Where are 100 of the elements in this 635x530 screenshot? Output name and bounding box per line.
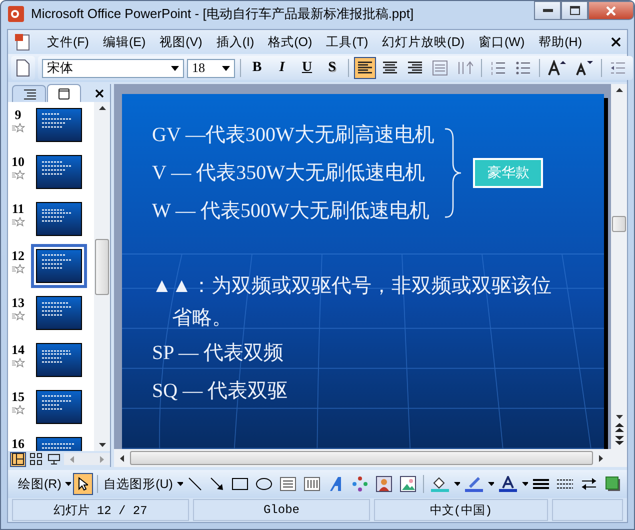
slide-number: 9: [14, 108, 22, 121]
normal-view-button[interactable]: [10, 452, 26, 466]
scroll-down-icon[interactable]: [616, 415, 622, 419]
slide-number: 12: [12, 249, 24, 262]
line-spacing-icon[interactable]: [432, 60, 448, 76]
outline-tab[interactable]: [12, 85, 46, 102]
scroll-right-icon[interactable]: [599, 454, 603, 462]
status-bar-field: 中文(中国): [374, 499, 548, 521]
menu-item[interactable]: 工具(T): [319, 32, 376, 52]
rectangle-icon[interactable]: [232, 478, 248, 490]
menu-item[interactable]: 视图(V): [152, 32, 210, 52]
scroll-left-icon[interactable]: [120, 454, 124, 462]
line-style-icon[interactable]: [532, 478, 549, 490]
menu-item[interactable]: 文件(F): [40, 32, 96, 52]
dash-style-icon[interactable]: [556, 478, 573, 490]
maximize-icon: [570, 6, 580, 15]
wordart-icon[interactable]: [328, 476, 344, 492]
app-icon: [7, 5, 25, 23]
scroll-thumb[interactable]: [612, 216, 626, 232]
diagram-icon[interactable]: [352, 476, 368, 492]
close-icon[interactable]: [611, 37, 621, 47]
slides-tab[interactable]: [47, 84, 81, 102]
menu-item[interactable]: 插入(I): [209, 32, 262, 52]
outline-icon: [22, 88, 36, 100]
caret-icon[interactable]: [65, 482, 72, 486]
autoshapes-menu[interactable]: 自选图形(U): [102, 474, 175, 494]
status-bar-field: 幻灯片 12 / 27: [12, 499, 189, 521]
select-pointer-button[interactable]: [73, 473, 93, 495]
slide-text-line: V — 代表350W大无刷低速电机: [152, 161, 426, 186]
scroll-up-icon[interactable]: [98, 106, 106, 110]
label-badge: 豪华款: [473, 158, 544, 188]
star-icon: [11, 217, 25, 227]
caret-icon[interactable]: [176, 482, 183, 486]
next-slide-icon[interactable]: [614, 436, 624, 445]
show-view-button[interactable]: [46, 452, 62, 466]
font-size-dropdown[interactable]: 18: [187, 58, 235, 78]
bulleted-list-icon[interactable]: [515, 60, 531, 76]
close-button[interactable]: [588, 1, 634, 20]
format-button[interactable]: U: [296, 57, 318, 79]
decrease-font-icon[interactable]: [575, 60, 593, 76]
caret-icon[interactable]: [488, 482, 494, 486]
decrease-indent-icon[interactable]: [610, 60, 626, 76]
slide-text-line: SP — 代表双频: [152, 341, 285, 366]
menu-item[interactable]: 窗口(W): [472, 32, 532, 52]
brace-icon: [444, 127, 462, 219]
slide-number: 14: [12, 343, 24, 356]
document-icon[interactable]: [14, 33, 32, 51]
sorter-view-button[interactable]: [28, 452, 44, 466]
oval-icon[interactable]: [256, 478, 272, 490]
scroll-thumb[interactable]: [130, 451, 593, 465]
menu-item[interactable]: 帮助(H): [532, 32, 589, 52]
star-icon: [11, 123, 25, 133]
vertical-text-box-icon[interactable]: [304, 477, 320, 491]
grid-icon: [30, 453, 42, 465]
shadow-style-icon[interactable]: [604, 476, 621, 492]
slide-text-line: W — 代表500W大无刷低速电机: [152, 199, 430, 224]
arrow-icon[interactable]: [210, 477, 224, 491]
new-document-icon[interactable]: [15, 59, 31, 77]
menu-item[interactable]: 编辑(E): [96, 32, 153, 52]
status-bar-panel: [552, 499, 623, 521]
scroll-thumb[interactable]: [95, 239, 109, 295]
slide-icon: [58, 88, 70, 100]
brush-icon[interactable]: [464, 476, 483, 492]
font-color-icon[interactable]: [498, 476, 517, 492]
arrow-style-icon[interactable]: [580, 477, 597, 491]
scroll-down-icon[interactable]: [98, 443, 106, 447]
format-button[interactable]: I: [271, 57, 293, 79]
slide-thumbnail[interactable]: [31, 244, 87, 288]
star-icon: [11, 358, 25, 368]
line-icon[interactable]: [188, 477, 202, 491]
scroll-up-icon[interactable]: [616, 88, 622, 92]
close-icon: [606, 6, 616, 16]
slide-number: 13: [12, 296, 24, 309]
menu-item[interactable]: 格式(O): [261, 32, 320, 52]
increase-font-icon[interactable]: [548, 60, 566, 76]
caret-icon[interactable]: [454, 482, 460, 486]
caret-icon: [171, 66, 179, 70]
format-button[interactable]: S: [321, 57, 343, 79]
font-dropdown[interactable]: 宋体: [42, 58, 184, 78]
clip-art-icon[interactable]: [376, 476, 392, 492]
align-icon: [407, 61, 423, 75]
text-box-icon[interactable]: [280, 477, 296, 491]
minimize-button[interactable]: [534, 1, 561, 20]
fill-color-icon[interactable]: [430, 476, 449, 492]
format-button[interactable]: B: [246, 57, 268, 79]
menu-item[interactable]: 幻灯片放映(D): [375, 32, 472, 52]
align-left-button[interactable]: [354, 57, 376, 79]
previous-slide-icon[interactable]: [614, 423, 624, 432]
slide-number: 16: [12, 437, 24, 450]
maximize-button[interactable]: [561, 1, 588, 20]
star-icon: [11, 264, 25, 274]
close-icon[interactable]: [95, 89, 104, 98]
slide-number: 15: [12, 390, 24, 403]
image-icon[interactable]: [400, 476, 416, 492]
draw-menu[interactable]: 绘图(R): [16, 474, 64, 494]
caret-icon[interactable]: [522, 482, 528, 486]
pointer-icon: [78, 477, 88, 491]
status-bar-field: Globe: [193, 499, 370, 521]
numbered-list-icon[interactable]: [490, 60, 506, 76]
text-direction-icon[interactable]: [457, 60, 473, 76]
